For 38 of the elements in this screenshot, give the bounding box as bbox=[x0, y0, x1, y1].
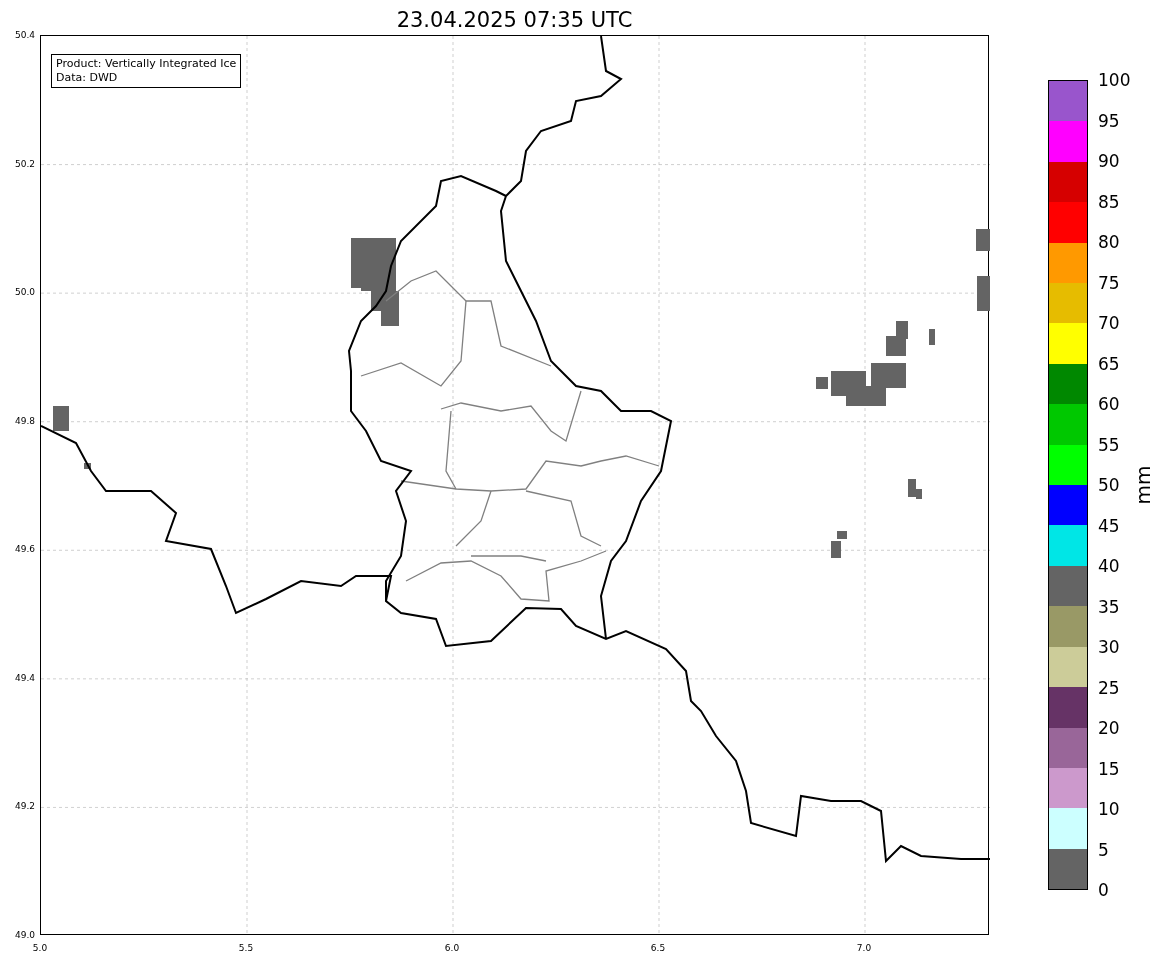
y-tick-label: 49.4 bbox=[14, 672, 35, 684]
colorbar-tick-label: 0 bbox=[1098, 880, 1109, 900]
colorbar-tick-label: 75 bbox=[1098, 272, 1120, 293]
colorbar-tick-label: 25 bbox=[1098, 677, 1120, 698]
y-tick-label: 50.0 bbox=[14, 286, 35, 298]
colorbar-tick-label: 95 bbox=[1098, 110, 1120, 131]
colorbar-tick-label: 20 bbox=[1098, 718, 1120, 738]
colorbar-tick-label: 55 bbox=[1098, 434, 1120, 455]
x-tick-label: 5.5 bbox=[238, 943, 254, 954]
x-tick-label: 6.0 bbox=[444, 943, 460, 954]
colorbar-tick-label: 5 bbox=[1098, 839, 1109, 860]
colorbar-tick-label: 30 bbox=[1098, 637, 1120, 657]
y-tick-label: 50.2 bbox=[14, 158, 35, 170]
y-tick-label: 49.2 bbox=[14, 800, 35, 812]
colorbar-tick-label: 90 bbox=[1098, 151, 1120, 171]
y-tick-label: 49.6 bbox=[14, 543, 35, 555]
x-tick-label: 7.0 bbox=[856, 943, 872, 954]
colorbar-tick-label: 70 bbox=[1098, 313, 1120, 333]
colorbar-tick-label: 65 bbox=[1098, 353, 1120, 374]
colorbar-tick-label: 45 bbox=[1098, 515, 1120, 536]
colorbar-tick-label: 85 bbox=[1098, 191, 1120, 212]
y-tick-label: 50.4 bbox=[14, 29, 35, 41]
chart-title: 23.04.2025 07:35 UTC bbox=[396, 7, 633, 34]
colorbar-tick-label: 40 bbox=[1098, 556, 1120, 576]
colorbar-tick-label: 60 bbox=[1098, 394, 1120, 414]
colorbar-tick-label: 10 bbox=[1098, 799, 1120, 819]
legend-text: Data: DWD bbox=[56, 71, 119, 85]
y-tick-label: 49.8 bbox=[14, 415, 35, 427]
y-tick-label: 49.0 bbox=[14, 929, 35, 941]
legend-text: Product: Vertically Integrated Ice bbox=[56, 57, 237, 71]
colorbar-tick-label: 35 bbox=[1098, 596, 1120, 617]
x-tick-label: 6.5 bbox=[650, 943, 666, 954]
colorbar-tick-label: 80 bbox=[1098, 232, 1120, 252]
colorbar-tick-label: 50 bbox=[1098, 475, 1120, 495]
x-tick-label: 5.0 bbox=[32, 943, 48, 954]
colorbar-tick-label: 100 bbox=[1098, 70, 1131, 90]
colorbar-unit-label: mm bbox=[1130, 465, 1156, 505]
colorbar-tick-label: 15 bbox=[1098, 758, 1120, 779]
